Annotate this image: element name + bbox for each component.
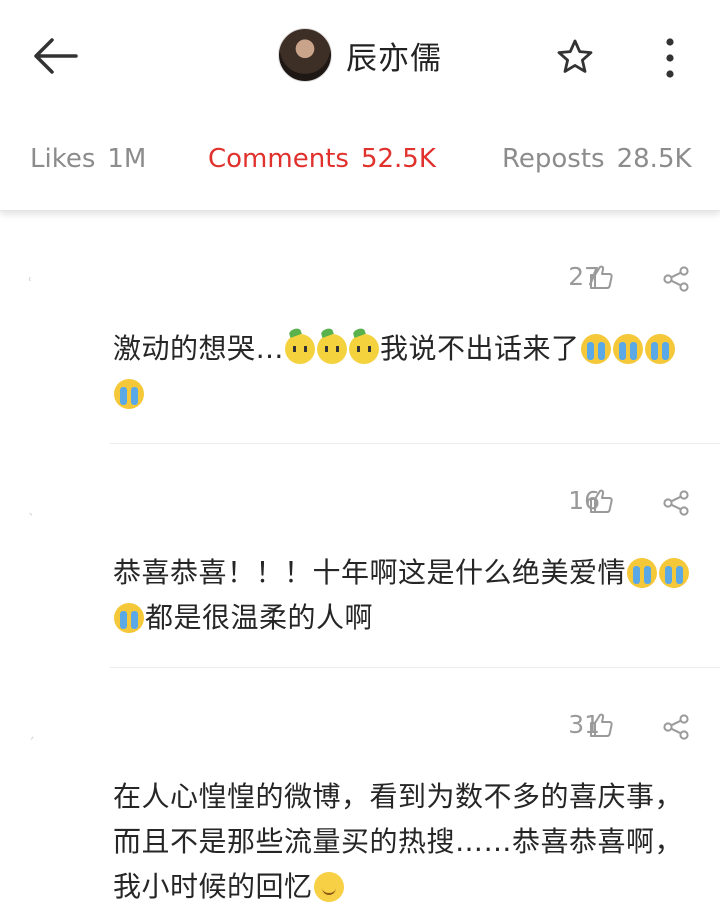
comment-text-part: 激动的想哭…: [113, 332, 285, 365]
tab-comments-count: 52.5K: [360, 144, 436, 174]
crying-face-icon: [114, 379, 144, 409]
comment-text-part: 恭喜恭喜！！！十年啊这是什么绝美爱情: [113, 556, 627, 589]
comment-item: ˎ 16 恭喜恭喜！！！十年啊这是什么绝美爱情都是很温柔的人啊: [0, 450, 720, 668]
smiling-face-icon: [313, 872, 344, 902]
crying-face-icon: [659, 558, 690, 588]
share-icon[interactable]: [662, 266, 690, 292]
commenter-avatar[interactable]: ˏ: [28, 724, 50, 740]
comment-text: 在人心惶惶的微博，看到为数不多的喜庆事，而且不是那些流量买的热搜……恭喜恭喜啊，…: [113, 774, 690, 909]
tab-reposts-count: 28.5K: [616, 144, 692, 174]
thumbs-up-icon[interactable]: [588, 264, 614, 290]
top-bar: 辰亦儒: [0, 0, 720, 118]
arrow-left-icon[interactable]: [32, 36, 78, 76]
comment-divider: [110, 443, 720, 444]
page-title: 辰亦儒: [346, 40, 442, 77]
comment-text-part: 都是很温柔的人啊: [145, 601, 374, 634]
crying-face-icon: [114, 603, 144, 633]
star-outline-icon[interactable]: [555, 37, 595, 77]
lemon-face-icon: [317, 334, 348, 364]
comment-text: 恭喜恭喜！！！十年啊这是什么绝美爱情都是很温柔的人啊: [113, 550, 690, 640]
comment-divider: [110, 667, 720, 668]
tab-likes-label: Likes: [30, 144, 96, 174]
thumbs-up-icon[interactable]: [588, 488, 614, 514]
tab-likes[interactable]: Likes 1M: [30, 144, 146, 174]
header-title-group[interactable]: 辰亦儒: [278, 28, 442, 82]
lemon-face-icon: [349, 334, 380, 364]
tab-reposts-label: Reposts: [502, 144, 605, 174]
thumbs-up-icon[interactable]: [588, 712, 614, 738]
tab-bar: Likes 1M Comments 52.5K Reposts 28.5K: [0, 118, 720, 211]
comment-item: ʿ 27 激动的想哭… 我说不出话来了: [0, 226, 720, 444]
tab-comments[interactable]: Comments 52.5K: [208, 144, 436, 174]
crying-face-icon: [612, 334, 643, 364]
avatar[interactable]: [278, 28, 332, 82]
crying-face-icon: [644, 334, 675, 364]
share-icon[interactable]: [662, 714, 690, 740]
tab-likes-count: 1M: [107, 144, 147, 174]
commenter-avatar[interactable]: ˎ: [28, 500, 50, 516]
lemon-face-icon: [285, 334, 316, 364]
more-vertical-icon[interactable]: [660, 35, 680, 81]
comment-text-part: 我说不出话来了: [380, 332, 580, 365]
comment-text-part: 在人心惶惶的微博，看到为数不多的喜庆事，而且不是那些流量买的热搜……恭喜恭喜啊，…: [113, 780, 684, 903]
tab-reposts[interactable]: Reposts 28.5K: [502, 144, 692, 174]
tab-comments-label: Comments: [208, 144, 349, 174]
share-icon[interactable]: [662, 490, 690, 516]
crying-face-icon: [627, 558, 658, 588]
comment-item: ˏ 31 在人心惶惶的微博，看到为数不多的喜庆事，而且不是那些流量买的热搜……恭…: [0, 674, 720, 924]
comment-text: 激动的想哭… 我说不出话来了: [113, 326, 690, 416]
crying-face-icon: [580, 334, 611, 364]
commenter-avatar[interactable]: ʿ: [28, 276, 50, 292]
